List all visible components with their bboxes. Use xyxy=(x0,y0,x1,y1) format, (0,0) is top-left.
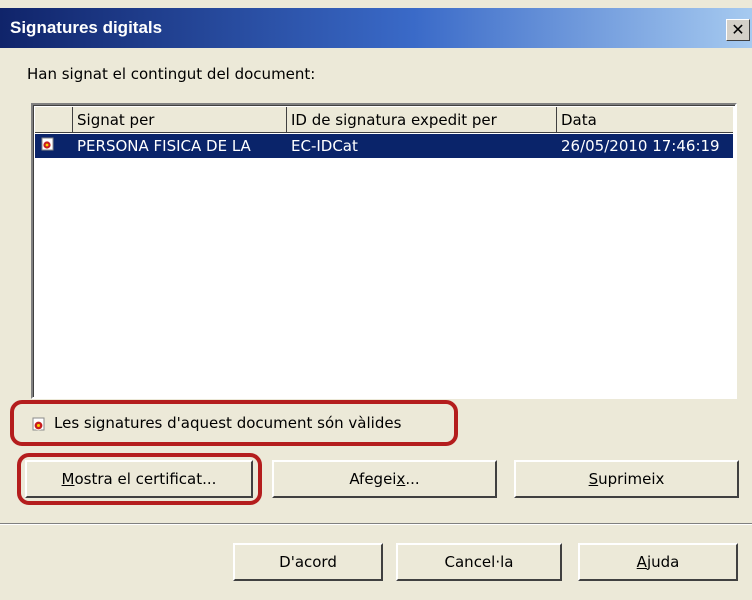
list-header: Signat per ID de signatura expedit per D… xyxy=(35,107,733,133)
title-bar[interactable]: Signatures digitals ✕ xyxy=(0,8,752,48)
digital-signatures-dialog: Signatures digitals ✕ Han signat el cont… xyxy=(0,0,752,600)
signatures-list[interactable]: Signat per ID de signatura expedit per D… xyxy=(31,103,737,399)
validity-status-highlight: Les signatures d'aquest document són vàl… xyxy=(10,400,458,446)
signed-by-prompt: Han signat el contingut del document: xyxy=(27,65,316,83)
header-signed-by[interactable]: Signat per xyxy=(73,107,287,133)
remove-label-post: uprimeix xyxy=(598,470,665,488)
close-button[interactable]: ✕ xyxy=(726,19,750,41)
row-icon-cell xyxy=(35,134,73,158)
show-certificate-button[interactable]: Mostra el certificat... xyxy=(25,460,253,498)
ok-button[interactable]: D'acord xyxy=(233,543,383,581)
show-certificate-accesskey: M xyxy=(61,470,75,488)
cell-signed-by: PERSONA FISICA DE LA xyxy=(77,137,251,155)
validity-status-text: Les signatures d'aquest document són vàl… xyxy=(54,414,402,432)
dialog-title: Signatures digitals xyxy=(10,18,163,37)
signature-seal-icon xyxy=(32,417,47,436)
cell-date: 26/05/2010 17:46:19 xyxy=(561,137,720,155)
header-date[interactable]: Data xyxy=(557,107,733,133)
close-icon: ✕ xyxy=(731,20,745,39)
add-label-pre: Afegei xyxy=(349,470,397,488)
remove-accesskey: S xyxy=(588,470,599,488)
table-row[interactable]: PERSONA FISICA DE LA EC-IDCat 26/05/2010… xyxy=(35,134,733,158)
separator xyxy=(0,523,752,525)
help-button[interactable]: Ajuda xyxy=(578,543,738,581)
add-button[interactable]: Afegeix... xyxy=(272,460,497,498)
cancel-button[interactable]: Cancel·la xyxy=(396,543,562,581)
show-certificate-label-post: ostra el certificat... xyxy=(74,470,217,488)
header-issued-by[interactable]: ID de signatura expedit per xyxy=(287,107,557,133)
cell-issued-by: EC-IDCat xyxy=(291,137,358,155)
remove-button[interactable]: Suprimeix xyxy=(514,460,739,498)
header-icon-column[interactable] xyxy=(35,107,73,133)
signature-seal-icon xyxy=(41,134,55,151)
help-label-post: juda xyxy=(646,553,680,571)
help-accesskey: A xyxy=(636,553,647,571)
add-label-post: ... xyxy=(405,470,420,488)
